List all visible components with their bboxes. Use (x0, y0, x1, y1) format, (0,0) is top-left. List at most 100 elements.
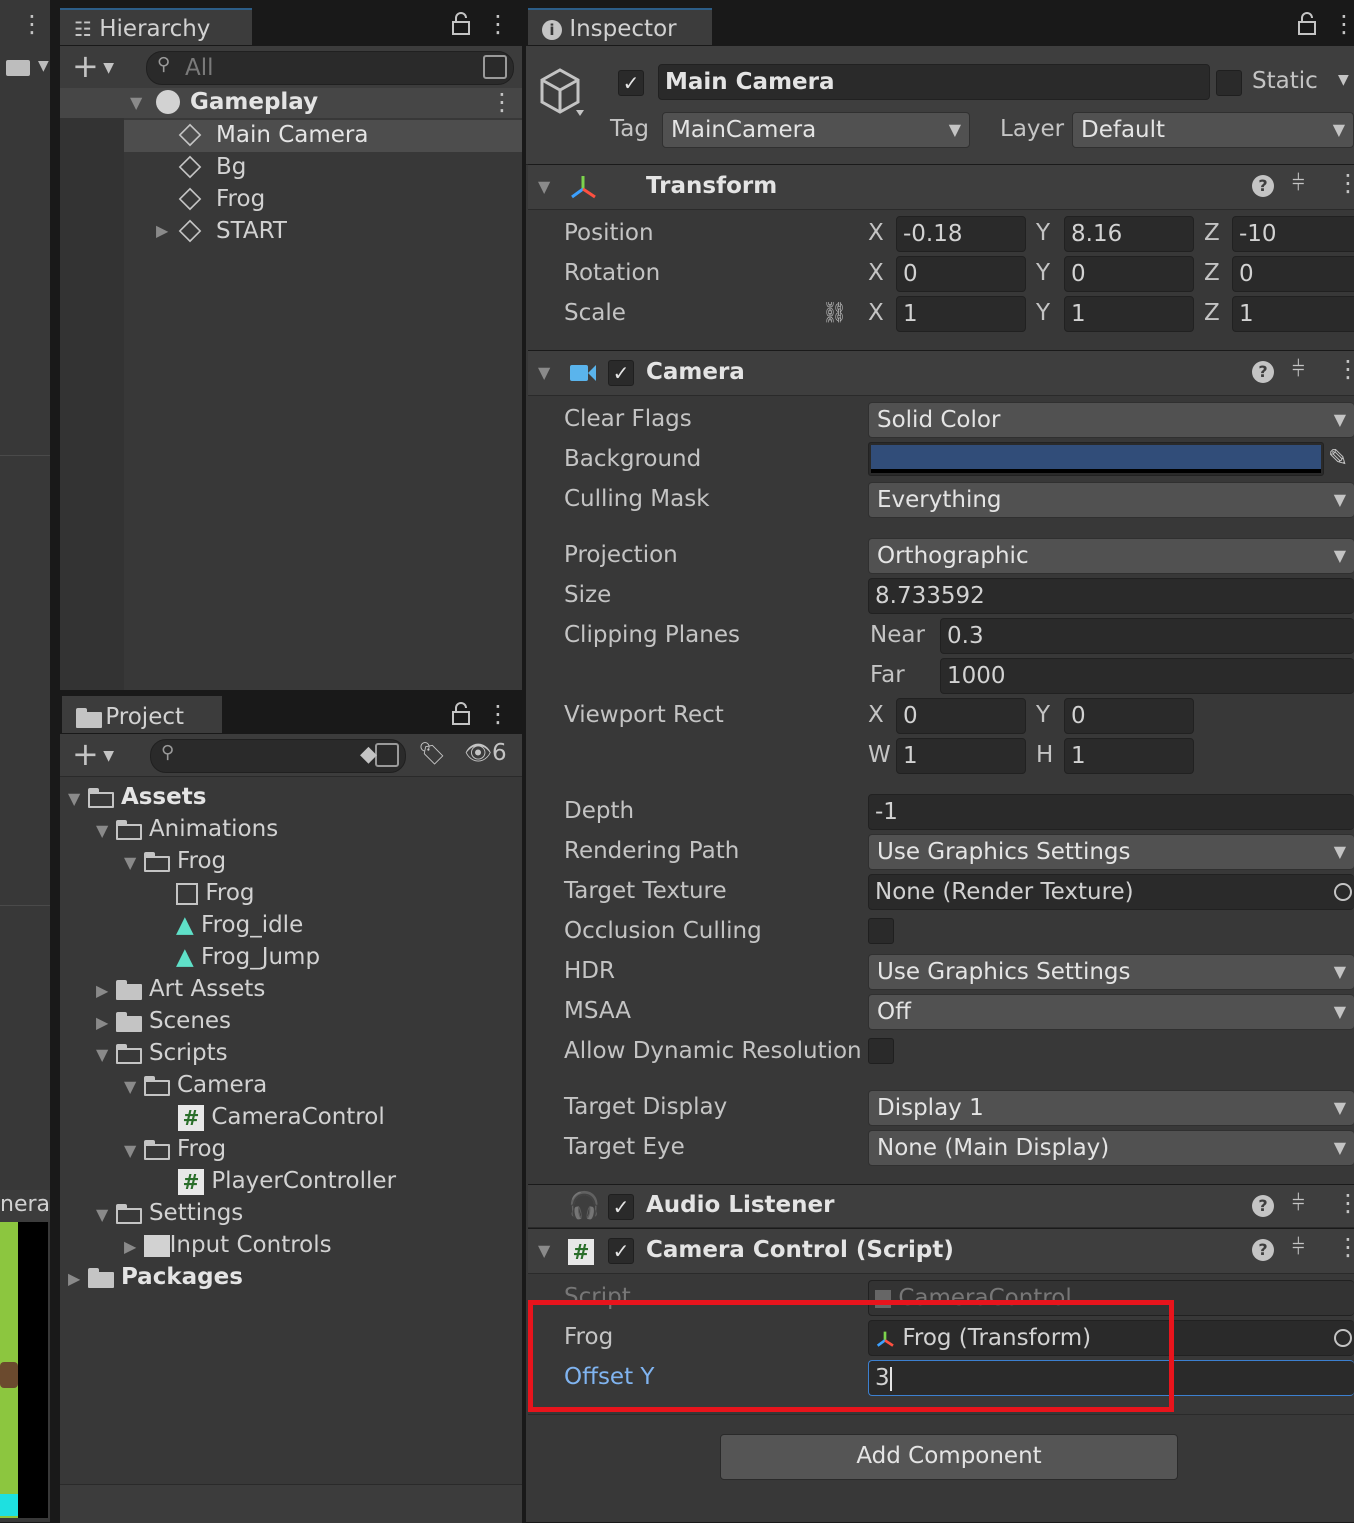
component-menu-icon[interactable]: ⋮ (1336, 1233, 1354, 1261)
presets-icon[interactable]: ⫩ (1292, 357, 1305, 382)
size-field[interactable]: 8.733592 (868, 578, 1354, 614)
camera-control-enabled-checkbox[interactable]: ✓ (608, 1238, 634, 1264)
object-active-checkbox[interactable]: ✓ (618, 70, 644, 96)
static-checkbox[interactable] (1216, 70, 1242, 96)
camera-header[interactable]: ▼ ✓ Camera ? ⫩ ⋮ (528, 350, 1354, 396)
hierarchy-lock-icon[interactable] (448, 12, 474, 36)
layer-dropdown[interactable]: Default ▼ (1072, 112, 1354, 148)
search-options-icon[interactable] (375, 743, 399, 767)
project-menu-icon[interactable]: ⋮ (486, 700, 510, 728)
far-clip-field[interactable]: 1000 (940, 658, 1354, 694)
position-x-field[interactable]: -0.18 (896, 216, 1026, 252)
scale-x-field[interactable]: 1 (896, 296, 1026, 332)
near-clip-field[interactable]: 0.3 (940, 618, 1354, 654)
inspector-menu-icon[interactable]: ⋮ (1332, 10, 1354, 38)
rotation-y-field[interactable]: 0 (1064, 256, 1194, 292)
scene-row-gameplay[interactable]: ▼ Gameplay ⋮ (60, 88, 522, 118)
hierarchy-item-frog[interactable]: Frog (124, 184, 522, 216)
presets-icon[interactable]: ⫩ (1292, 1235, 1305, 1260)
constrain-proportions-icon[interactable]: ⛓ (822, 300, 847, 324)
tree-scripts[interactable]: ▼ Scripts (96, 1040, 228, 1066)
search-options-icon[interactable] (483, 55, 507, 79)
hierarchy-add-button[interactable]: + ▼ (72, 48, 114, 86)
scale-y-field[interactable]: 1 (1064, 296, 1194, 332)
tree-scripts-frog[interactable]: ▼ Frog (124, 1136, 226, 1162)
help-icon[interactable]: ? (1252, 1195, 1274, 1217)
culling-mask-dropdown[interactable]: Everything ▼ (868, 482, 1354, 518)
tree-frog-jump[interactable]: ▲ Frog_Jump (176, 944, 320, 970)
component-menu-icon[interactable]: ⋮ (1336, 1189, 1354, 1217)
tree-frog-idle[interactable]: ▲ Frog_idle (176, 912, 303, 938)
project-lock-icon[interactable] (448, 702, 474, 726)
eyedropper-icon[interactable]: ✎ (1328, 444, 1348, 472)
add-component-button[interactable]: Add Component (720, 1434, 1178, 1480)
rendering-path-dropdown[interactable]: Use Graphics Settings ▼ (868, 834, 1354, 870)
hidden-packages-icon[interactable]: 👁6 (464, 740, 507, 766)
scene-menu-icon[interactable]: ⋮ (20, 10, 44, 38)
object-picker-icon[interactable] (1334, 1329, 1352, 1347)
camera-toggle-icon[interactable] (6, 60, 30, 76)
clear-flags-dropdown[interactable]: Solid Color ▼ (868, 402, 1354, 438)
inspector-lock-icon[interactable] (1294, 12, 1320, 36)
project-add-button[interactable]: + ▼ (72, 736, 114, 774)
viewport-y-field[interactable]: 0 (1064, 698, 1194, 734)
msaa-dropdown[interactable]: Off ▼ (868, 994, 1354, 1030)
collapse-arrow-icon[interactable]: ▼ (538, 1241, 550, 1260)
position-y-field[interactable]: 8.16 (1064, 216, 1194, 252)
filter-by-label-icon[interactable]: 🏷 (418, 742, 446, 767)
scale-label[interactable]: Scale (564, 300, 626, 326)
tree-animations-frog[interactable]: ▼ Frog (124, 848, 226, 874)
audio-listener-enabled-checkbox[interactable]: ✓ (608, 1194, 634, 1220)
tree-art-assets[interactable]: ▶ Art Assets (96, 976, 265, 1002)
hierarchy-item-main-camera[interactable]: Main Camera (124, 120, 522, 152)
tree-player-controller[interactable]: # PlayerController (178, 1168, 396, 1195)
camera-enabled-checkbox[interactable]: ✓ (608, 360, 634, 386)
tree-scripts-camera[interactable]: ▼ Camera (124, 1072, 267, 1098)
help-icon[interactable]: ? (1252, 361, 1274, 383)
projection-dropdown[interactable]: Orthographic ▼ (868, 538, 1354, 574)
help-icon[interactable]: ? (1252, 175, 1274, 197)
target-texture-field[interactable]: None (Render Texture) (868, 874, 1354, 910)
rotation-z-field[interactable]: 0 (1232, 256, 1354, 292)
presets-icon[interactable]: ⫩ (1292, 171, 1305, 196)
collapse-arrow-icon[interactable]: ▼ (538, 177, 550, 196)
static-dropdown-icon[interactable]: ▼ (1338, 72, 1349, 88)
position-z-field[interactable]: -10 (1232, 216, 1354, 252)
tree-input-controls[interactable]: ▶ Input Controls (124, 1232, 332, 1258)
tree-packages[interactable]: ▶ Packages (68, 1264, 243, 1290)
hdr-dropdown[interactable]: Use Graphics Settings ▼ (868, 954, 1354, 990)
rotation-x-field[interactable]: 0 (896, 256, 1026, 292)
tree-animations[interactable]: ▼ Animations (96, 816, 278, 842)
tree-settings[interactable]: ▼ Settings (96, 1200, 243, 1226)
occlusion-culling-checkbox[interactable] (868, 918, 894, 944)
tree-scenes[interactable]: ▶ Scenes (96, 1008, 231, 1034)
tree-camera-control[interactable]: # CameraControl (178, 1104, 385, 1131)
dynamic-resolution-checkbox[interactable] (868, 1038, 894, 1064)
camera-dropdown-icon[interactable]: ▼ (38, 58, 49, 74)
rotation-label[interactable]: Rotation (564, 260, 660, 286)
depth-field[interactable]: -1 (868, 794, 1354, 830)
collapse-arrow-icon[interactable]: ▼ (538, 363, 550, 382)
game-view-tab-label[interactable]: nera (0, 1190, 56, 1222)
audio-listener-header[interactable]: 🎧 ✓ Audio Listener ? ⫩ ⋮ (528, 1184, 1354, 1228)
hierarchy-item-bg[interactable]: Bg (124, 152, 522, 184)
filter-by-type-icon[interactable]: ◆ (360, 742, 377, 767)
hierarchy-search-input[interactable]: ⚲ All (146, 51, 514, 85)
scene-menu-icon[interactable]: ⋮ (490, 88, 514, 116)
scale-z-field[interactable]: 1 (1232, 296, 1354, 332)
hierarchy-menu-icon[interactable]: ⋮ (486, 10, 510, 38)
tab-inspector[interactable]: i Inspector (528, 8, 712, 45)
component-menu-icon[interactable]: ⋮ (1336, 169, 1354, 197)
position-label[interactable]: Position (564, 220, 654, 246)
help-icon[interactable]: ? (1252, 1239, 1274, 1261)
viewport-h-field[interactable]: 1 (1064, 738, 1194, 774)
presets-icon[interactable]: ⫩ (1292, 1191, 1305, 1216)
tab-hierarchy[interactable]: ☷ Hierarchy (60, 8, 252, 45)
tree-assets[interactable]: ▼ Assets (68, 784, 206, 810)
transform-header[interactable]: ▼ Transform ? ⫩ ⋮ (528, 164, 1354, 210)
viewport-x-field[interactable]: 0 (896, 698, 1026, 734)
tree-frog-controller[interactable]: Frog (176, 880, 255, 906)
camera-control-header[interactable]: ▼ # ✓ Camera Control (Script) ? ⫩ ⋮ (528, 1228, 1354, 1274)
hierarchy-item-start[interactable]: ▶ START (124, 216, 522, 248)
target-display-dropdown[interactable]: Display 1 ▼ (868, 1090, 1354, 1126)
